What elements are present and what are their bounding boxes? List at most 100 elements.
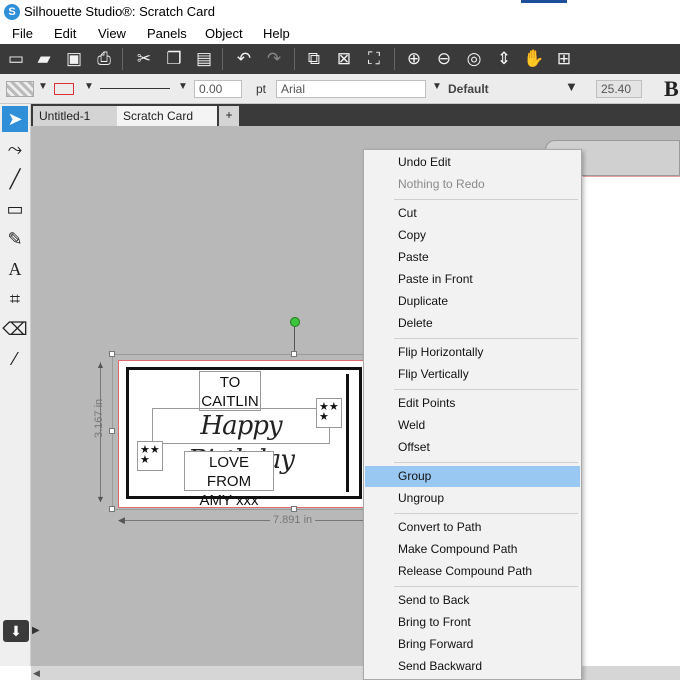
menu-item-send-backward[interactable]: Send Backward <box>365 656 580 677</box>
ungroup-icon[interactable]: ⊠ <box>332 47 356 71</box>
menu-separator <box>394 586 578 587</box>
new-file-icon[interactable]: ▭ <box>4 47 28 71</box>
resize-handle-left[interactable] <box>109 428 115 434</box>
menu-separator <box>394 462 578 463</box>
menu-item-flip-vertically[interactable]: Flip Vertically <box>365 364 580 385</box>
menu-item-ungroup[interactable]: Ungroup <box>365 488 580 509</box>
text-tool-icon[interactable]: A <box>2 256 28 282</box>
height-dimension-label: 3.167 in <box>93 398 105 438</box>
line-style-dropdown-arrow-icon[interactable]: ▼ <box>178 81 188 92</box>
width-dimension-line <box>120 520 366 521</box>
menu-item-weld[interactable]: Weld <box>365 415 580 436</box>
menu-file[interactable]: File <box>12 26 33 41</box>
scroll-left-arrow-icon[interactable]: ◀ <box>33 668 43 678</box>
tab-scratch-card[interactable]: Scratch Card × <box>117 106 217 137</box>
send-to-cutter-icon[interactable]: ⬇ <box>3 620 29 642</box>
hand-pan-icon[interactable]: ✋ <box>522 47 546 71</box>
redo-icon[interactable]: ↷ <box>262 47 286 71</box>
menu-item-nothing-to-redo: Nothing to Redo <box>398 177 485 191</box>
stroke-weight-field[interactable]: 0.00 <box>194 80 242 98</box>
pan-vertical-icon[interactable]: ⇕ <box>492 47 516 71</box>
zoom-out-icon[interactable]: ⊖ <box>432 47 456 71</box>
line-color-dropdown-arrow-icon[interactable]: ▼ <box>84 81 94 92</box>
font-style-field[interactable]: Default <box>448 82 489 96</box>
group-icon[interactable]: ⧉ <box>302 47 326 71</box>
menu-item-duplicate[interactable]: Duplicate <box>365 291 580 312</box>
line-color-swatch[interactable] <box>54 83 74 95</box>
menu-item-offset[interactable]: Offset <box>365 437 580 458</box>
menu-object[interactable]: Object <box>205 26 243 41</box>
menu-item-edit-points[interactable]: Edit Points <box>365 393 580 414</box>
font-name-dropdown-arrow-icon[interactable]: ▼ <box>432 81 442 92</box>
menu-item-send-to-back[interactable]: Send to Back <box>365 590 580 611</box>
menu-bar: File Edit View Panels Object Help <box>0 24 680 44</box>
menu-item-bring-forward[interactable]: Bring Forward <box>365 634 580 655</box>
menu-item-group[interactable]: Group <box>365 466 580 487</box>
eyedropper-tool-icon[interactable]: ⁄ <box>2 346 28 372</box>
fill-dropdown-arrow-icon[interactable]: ▼ <box>38 81 48 92</box>
tab-label: Untitled-1 <box>39 109 91 123</box>
rotation-handle[interactable] <box>290 317 300 327</box>
edit-points-tool-icon[interactable]: ⤳ <box>2 136 28 162</box>
menu-edit[interactable]: Edit <box>54 26 76 41</box>
paste-icon[interactable]: ▤ <box>192 47 216 71</box>
window-accent-bar <box>521 0 567 3</box>
menu-item-paste[interactable]: Paste <box>365 247 580 268</box>
copy-icon[interactable]: ❐ <box>162 47 186 71</box>
menu-view[interactable]: View <box>98 26 126 41</box>
line-tool-icon[interactable]: ╱ <box>2 166 28 192</box>
rotation-handle-stem <box>294 327 295 354</box>
resize-handle-bottom[interactable] <box>291 506 297 512</box>
width-dimension-label: 7.891 in <box>270 514 316 526</box>
rectangle-tool-icon[interactable]: ▭ <box>2 196 28 222</box>
save-icon[interactable]: ▣ <box>62 47 86 71</box>
property-bar: ▼ ▼ ▼ 0.00 pt Arial ▼ Default ▼ 25.40 B <box>0 74 680 104</box>
menu-item-paste-in-front[interactable]: Paste in Front <box>365 269 580 290</box>
fit-to-page-icon[interactable]: ⊞ <box>552 47 576 71</box>
menu-help[interactable]: Help <box>263 26 290 41</box>
eraser-tool-icon[interactable]: ⌫ <box>2 316 28 342</box>
font-name-field[interactable]: Arial <box>276 80 426 98</box>
font-style-dropdown-arrow-icon[interactable]: ▼ <box>565 79 578 94</box>
undo-icon[interactable]: ↶ <box>232 47 256 71</box>
menu-item-cut[interactable]: Cut <box>365 203 580 224</box>
font-size-field[interactable]: 25.40 <box>596 80 642 98</box>
toolbar-divider <box>222 48 223 70</box>
resize-handle-top-left[interactable] <box>109 351 115 357</box>
expand-arrow-icon[interactable]: ▶ <box>32 625 40 636</box>
page-cut-border <box>583 176 680 177</box>
menu-panels[interactable]: Panels <box>147 26 187 41</box>
bold-button[interactable]: B <box>664 76 679 102</box>
new-tab-button[interactable]: + <box>219 106 239 126</box>
menu-item-flip-horizontally[interactable]: Flip Horizontally <box>365 342 580 363</box>
menu-item-make-compound-path[interactable]: Make Compound Path <box>365 539 580 560</box>
zoom-select-icon[interactable]: ◎ <box>462 47 486 71</box>
silhouette-logo-icon: S <box>4 4 20 20</box>
fill-pattern-swatch[interactable] <box>6 81 34 97</box>
select-all-icon[interactable]: ⛶ <box>362 47 386 71</box>
select-tool-icon[interactable]: ➤ <box>2 106 28 132</box>
resize-handle-bottom-left[interactable] <box>109 506 115 512</box>
menu-item-copy[interactable]: Copy <box>365 225 580 246</box>
tab-untitled-1[interactable]: Untitled-1 <box>33 106 117 126</box>
menu-item-bring-to-front[interactable]: Bring to Front <box>365 612 580 633</box>
print-icon[interactable]: ⎙ <box>92 47 116 71</box>
selection-frame <box>112 354 368 510</box>
stroke-unit-label: pt <box>256 82 267 96</box>
window-title: Silhouette Studio®: Scratch Card <box>24 4 215 19</box>
zoom-in-icon[interactable]: ⊕ <box>402 47 426 71</box>
line-style-preview[interactable] <box>100 88 170 89</box>
title-bar: S Silhouette Studio®: Scratch Card <box>0 0 680 24</box>
menu-item-release-compound-path[interactable]: Release Compound Path <box>365 561 580 582</box>
knife-tool-icon[interactable]: ⌗ <box>2 286 28 312</box>
horizontal-scrollbar[interactable]: ◀ <box>31 666 680 680</box>
open-folder-icon[interactable]: ▰ <box>32 47 56 71</box>
pencil-tool-icon[interactable]: ✎ <box>2 226 28 252</box>
toolbar-divider <box>394 48 395 70</box>
menu-item-delete[interactable]: Delete <box>365 313 580 334</box>
cut-icon[interactable]: ✂ <box>132 47 156 71</box>
resize-handle-top[interactable] <box>291 351 297 357</box>
menu-item-convert-to-path[interactable]: Convert to Path <box>365 517 580 538</box>
menu-item-undo-edit[interactable]: Undo Edit <box>365 152 580 173</box>
tab-label: Scratch Card <box>123 109 194 123</box>
